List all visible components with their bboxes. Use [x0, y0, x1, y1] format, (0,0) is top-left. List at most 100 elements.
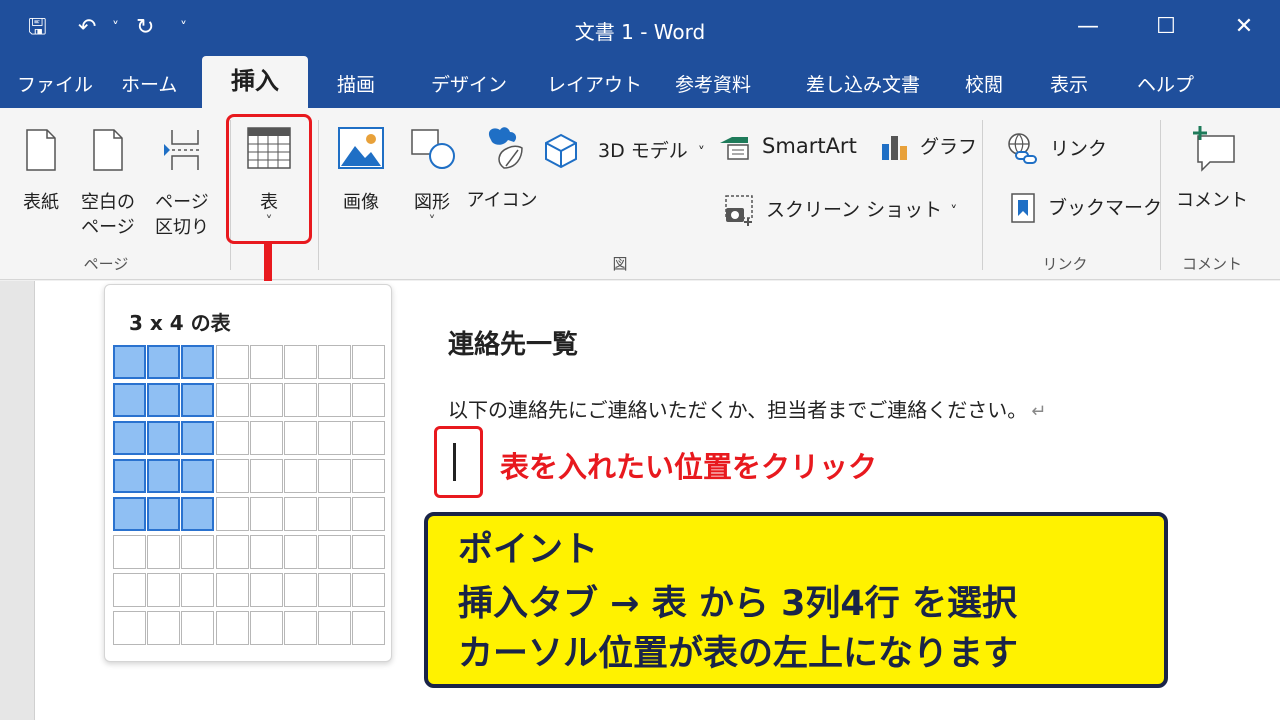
table-grid-cell[interactable]: [215, 459, 249, 493]
page-break-button[interactable]: ページ 区切り: [152, 126, 212, 240]
tab-references[interactable]: 参考資料: [675, 70, 751, 97]
tab-help[interactable]: ヘルプ: [1137, 70, 1194, 97]
bookmark-button[interactable]: ブックマーク: [1008, 192, 1162, 224]
table-grid-cell[interactable]: [147, 383, 181, 417]
shapes-button[interactable]: 図形 ˅: [404, 126, 460, 229]
table-grid-cell[interactable]: [284, 345, 317, 379]
table-grid-cell[interactable]: [147, 459, 181, 493]
insert-table-dropdown: 3 x 4 の表: [104, 284, 392, 662]
table-grid-cell[interactable]: [181, 345, 215, 379]
table-grid-cell[interactable]: [318, 421, 352, 455]
table-grid-cell[interactable]: [181, 573, 215, 607]
table-grid-cell[interactable]: [249, 535, 283, 569]
text-cursor[interactable]: [453, 443, 456, 481]
tab-home[interactable]: ホーム: [121, 70, 177, 97]
3d-model-button[interactable]: 3D モデル ˅: [542, 132, 705, 170]
table-grid-cell[interactable]: [113, 611, 146, 645]
comment-button[interactable]: コメント: [1176, 124, 1248, 213]
table-grid-cell[interactable]: [147, 421, 181, 455]
table-grid-cell[interactable]: [215, 611, 249, 645]
table-grid-cell[interactable]: [215, 421, 249, 455]
table-grid-cell[interactable]: [147, 611, 181, 645]
table-grid-cell[interactable]: [284, 573, 317, 607]
table-grid-cell[interactable]: [215, 383, 249, 417]
icons-button[interactable]: アイコン: [466, 124, 538, 213]
tab-layout[interactable]: レイアウト: [547, 70, 642, 97]
maximize-button[interactable]: ☐: [1146, 12, 1186, 42]
table-grid-cell[interactable]: [284, 535, 317, 569]
table-grid-cell[interactable]: [352, 573, 386, 607]
table-grid-cell[interactable]: [249, 497, 283, 531]
table-grid-cell[interactable]: [352, 345, 386, 379]
table-grid-cell[interactable]: [284, 497, 317, 531]
table-grid-cell[interactable]: [181, 497, 215, 531]
table-grid-cell[interactable]: [113, 345, 146, 379]
table-grid-cell[interactable]: [249, 573, 283, 607]
icons-icon: [488, 127, 523, 169]
table-grid-cell[interactable]: [113, 497, 146, 531]
image-button[interactable]: 画像: [332, 126, 390, 215]
table-grid-cell[interactable]: [215, 345, 249, 379]
cover-page-button[interactable]: 表紙: [16, 126, 66, 215]
table-grid-cell[interactable]: [249, 345, 283, 379]
close-button[interactable]: ✕: [1224, 12, 1264, 42]
table-grid-cell[interactable]: [113, 459, 146, 493]
smartart-button[interactable]: SmartArt: [718, 132, 857, 163]
table-grid-cell[interactable]: [181, 421, 215, 455]
table-grid-cell[interactable]: [147, 573, 181, 607]
table-grid-cell[interactable]: [249, 611, 283, 645]
table-grid-cell[interactable]: [284, 383, 317, 417]
tab-review[interactable]: 校閲: [965, 70, 1003, 97]
table-grid-cell[interactable]: [181, 535, 215, 569]
tab-file[interactable]: ファイル: [17, 70, 93, 97]
table-grid-cell[interactable]: [249, 421, 283, 455]
table-grid-cell[interactable]: [318, 611, 352, 645]
table-grid-cell[interactable]: [249, 459, 283, 493]
table-grid-cell[interactable]: [181, 383, 215, 417]
table-grid-cell[interactable]: [181, 611, 215, 645]
table-grid-cell[interactable]: [113, 573, 146, 607]
table-grid-cell[interactable]: [113, 383, 146, 417]
blank-page-button[interactable]: 空白の ページ: [78, 126, 138, 240]
tab-insert[interactable]: 挿入: [202, 56, 308, 109]
table-grid-cell[interactable]: [113, 535, 146, 569]
table-grid-cell[interactable]: [352, 535, 386, 569]
tab-design[interactable]: デザイン: [431, 70, 507, 97]
table-grid-cell[interactable]: [318, 573, 352, 607]
table-grid-cell[interactable]: [352, 497, 386, 531]
link-button[interactable]: リンク: [1004, 132, 1107, 166]
tab-draw[interactable]: 描画: [337, 70, 375, 97]
table-grid-cell[interactable]: [352, 421, 386, 455]
table-grid-cell[interactable]: [318, 497, 352, 531]
cover-page-icon: [26, 129, 56, 171]
table-grid-cell[interactable]: [215, 497, 249, 531]
table-grid-cell[interactable]: [352, 459, 386, 493]
link-icon: [1008, 133, 1037, 164]
table-grid-cell[interactable]: [215, 535, 249, 569]
table-cell-grid[interactable]: [113, 345, 387, 653]
table-grid-cell[interactable]: [147, 345, 181, 379]
table-grid-cell[interactable]: [284, 611, 317, 645]
table-grid-cell[interactable]: [318, 345, 352, 379]
table-grid-cell[interactable]: [147, 497, 181, 531]
table-grid-cell[interactable]: [147, 535, 181, 569]
table-grid-cell[interactable]: [181, 459, 215, 493]
screenshot-button[interactable]: スクリーン ショット ˅: [724, 194, 957, 226]
page-break-label-2: 区切り: [155, 217, 209, 238]
table-grid-cell[interactable]: [352, 611, 386, 645]
ribbon: 表紙 空白の ページ ページ 区切り ページ 表 ˅ 画像 図形 ˅ アイコン …: [0, 108, 1280, 280]
tab-mailings[interactable]: 差し込み文書: [806, 70, 920, 97]
table-grid-cell[interactable]: [318, 459, 352, 493]
table-grid-cell[interactable]: [113, 421, 146, 455]
table-grid-cell[interactable]: [352, 383, 386, 417]
minimize-button[interactable]: —: [1068, 12, 1108, 42]
table-grid-cell[interactable]: [249, 383, 283, 417]
chart-icon: [882, 136, 907, 160]
tab-view[interactable]: 表示: [1050, 70, 1088, 97]
table-grid-cell[interactable]: [318, 383, 352, 417]
table-grid-cell[interactable]: [318, 535, 352, 569]
chart-button[interactable]: グラフ: [880, 132, 977, 162]
table-grid-cell[interactable]: [284, 459, 317, 493]
table-grid-cell[interactable]: [215, 573, 249, 607]
table-grid-cell[interactable]: [284, 421, 317, 455]
